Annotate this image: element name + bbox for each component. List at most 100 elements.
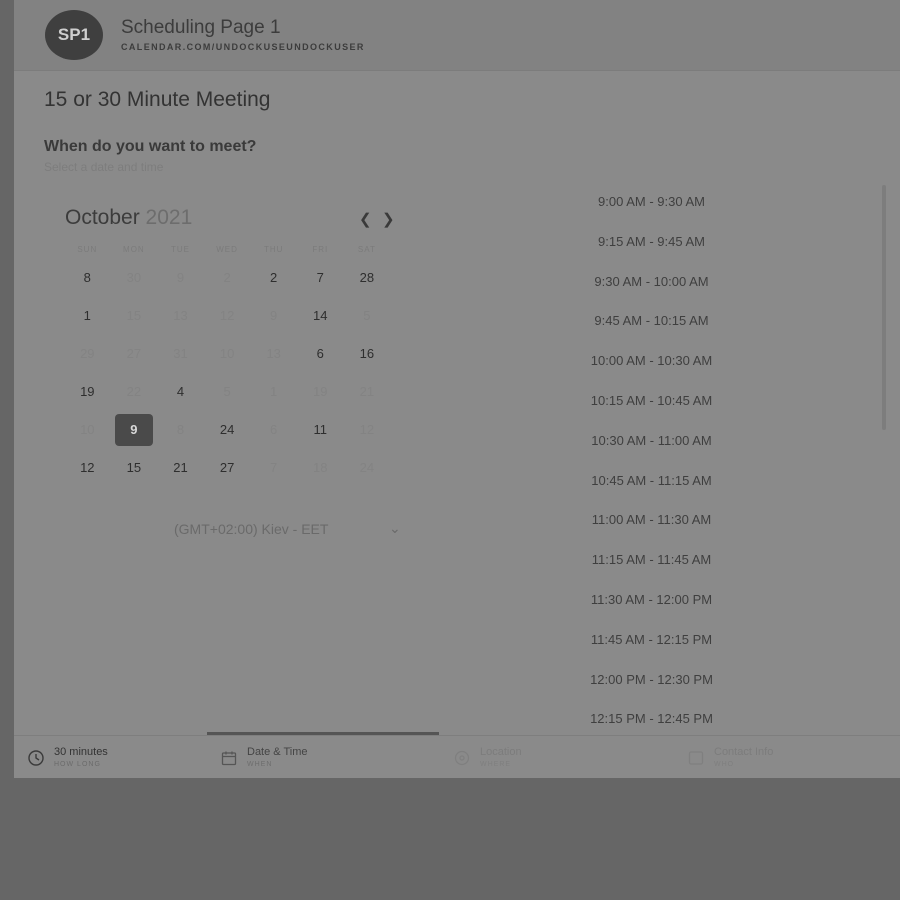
contact-card-icon [688,751,704,765]
calendar-day[interactable]: 12 [68,452,106,484]
meeting-title: 15 or 30 Minute Meeting [44,88,271,111]
calendar-week-row: 29 27 31 10 13 6 16 [64,335,394,373]
calendar-day: 6 [270,422,278,437]
calendar-day[interactable]: 19 [68,376,106,408]
weekday-label: WED [216,245,238,254]
avatar: SP1 [45,10,103,60]
calendar-day[interactable]: 21 [161,452,199,484]
calendar-day[interactable]: 4 [161,376,199,408]
time-slot-button[interactable]: 10:45 AM - 11:15 AM [554,461,749,501]
time-slot-button[interactable]: 11:30 AM - 12:00 PM [554,580,749,620]
calendar-day: 12 [219,308,235,323]
step-subtitle: WHEN [247,761,273,768]
weekday-label: FRI [312,245,329,254]
calendar-day: 13 [173,308,188,323]
step-subtitle: WHERE [480,761,512,768]
calendar-day: 29 [80,346,95,361]
calendar-week-row: 1 15 13 12 9 14 5 [64,297,394,335]
calendar-day[interactable]: 6 [301,338,339,370]
calendar-week-row: 10 9 8 24 6 11 12 [64,411,394,449]
calendar-icon [221,751,237,766]
timezone-select[interactable]: (GMT+02:00) Kiev - EET [174,521,328,537]
month-name: October [65,206,140,229]
calendar-day[interactable]: 27 [208,452,246,484]
weekday-label: SUN [77,245,98,254]
time-slot-button[interactable]: 9:15 AM - 9:45 AM [554,222,749,262]
calendar-day: 7 [270,460,278,475]
time-slot-button[interactable]: 12:15 PM - 12:45 PM [554,699,749,728]
calendar-day: 22 [126,384,142,399]
prev-month-button[interactable]: ❮ [359,210,372,228]
calendar-day: 8 [176,422,185,437]
scheduling-window: SP1 Scheduling Page 1 CALENDAR.COM/UNDOC… [14,0,900,778]
calendar-day: 5 [223,384,231,399]
calendar-day[interactable]: 28 [348,262,386,294]
calendar-day[interactable]: 7 [301,262,339,294]
next-month-button[interactable]: ❯ [382,210,395,228]
calendar-day[interactable]: 15 [115,452,153,484]
month-label: October 2021 [65,206,192,230]
calendar-week-row: 19 22 4 5 1 19 21 [64,373,394,411]
time-slot-list: 9:00 AM - 9:30 AM 9:15 AM - 9:45 AM 9:30 A… [554,182,749,728]
weekday-label: SAT [357,245,376,254]
weekday-label: MON [123,245,145,254]
weekday-header: SUN MON TUE WED THU FRI SAT [64,245,394,259]
calendar-day: 13 [266,346,281,361]
time-slot-button[interactable]: 9:30 AM - 10:00 AM [554,262,749,302]
time-slot-button[interactable]: 10:30 AM - 11:00 AM [554,421,749,461]
calendar-day-selected[interactable]: 9 [114,414,153,446]
calendar-day: 10 [219,346,235,361]
time-slot-button[interactable]: 9:45 AM - 10:15 AM [554,301,749,341]
calendar-day: 18 [313,460,328,475]
calendar-day[interactable]: 11 [301,414,339,446]
step-title: 30 minutes [54,746,108,758]
time-slot-button[interactable]: 9:00 AM - 9:30 AM [554,182,749,222]
time-slot-button[interactable]: 10:15 AM - 10:45 AM [554,381,749,421]
weekday-label: THU [263,245,284,254]
calendar-day: 9 [176,270,185,285]
calendar-day[interactable]: 16 [348,338,386,370]
calendar-day: 24 [359,460,375,475]
weekday-label: TUE [170,245,190,254]
page-name: Scheduling Page 1 [121,17,281,38]
calendar-day[interactable]: 14 [301,300,339,332]
calendar-day: 19 [313,384,328,399]
time-slot-button[interactable]: 12:00 PM - 12:30 PM [554,660,749,700]
step-subtitle: WHO [714,761,735,768]
booking-steps: 30 minutes HOW LONG Date & Time WHEN Loc… [14,735,900,778]
calendar-day[interactable]: 24 [208,414,246,446]
calendar-day: 27 [126,346,142,361]
step-title: Location [480,746,522,758]
chevron-down-icon[interactable]: ⌄ [389,520,401,537]
date-question: When do you want to meet? [44,138,257,155]
calendar-days: 8 30 9 2 2 7 28 1 15 13 12 9 14 5 29 27 31 10 13 6 16 19 22 4 5 1… [64,259,394,487]
calendar-day[interactable]: 2 [255,262,293,294]
time-slot-button[interactable]: 10:00 AM - 10:30 AM [554,341,749,381]
calendar-day[interactable]: 1 [68,300,106,332]
chevron-left-icon: ❮ [359,211,372,228]
time-slot-scrollbar[interactable] [882,185,886,430]
calendar-week-row: 12 15 21 27 7 18 24 [64,449,394,487]
calendar-day: 5 [363,308,371,323]
page-url[interactable]: CALENDAR.COM/UNDOCKUSEUNDOCKUSER [121,42,365,52]
step-subtitle: HOW LONG [54,761,101,768]
calendar-grid: SUN MON TUE WED THU FRI SAT 8 30 9 2 2 7 28 1 15… [64,245,394,487]
calendar-day: 10 [80,422,95,437]
calendar-day: 31 [173,346,188,361]
step-title: Date & Time [247,746,308,758]
page-header: SP1 Scheduling Page 1 CALENDAR.COM/UNDOC… [14,0,900,71]
year-label: 2021 [145,206,193,229]
calendar-day: 1 [270,384,278,399]
time-slot-button[interactable]: 11:45 AM - 12:15 PM [554,620,749,660]
calendar-day: 12 [359,422,375,437]
calendar-week-row: 8 30 9 2 2 7 28 [64,259,394,297]
step-title: Contact Info [714,746,774,758]
clock-icon [28,750,44,766]
calendar-day: 15 [126,308,142,323]
calendar-day: 2 [223,270,231,285]
time-slot-button[interactable]: 11:15 AM - 11:45 AM [554,540,749,580]
chevron-right-icon: ❯ [382,211,395,228]
calendar-day: 21 [359,384,375,399]
calendar-day[interactable]: 8 [68,262,106,294]
time-slot-button[interactable]: 11:00 AM - 11:30 AM [554,500,749,540]
